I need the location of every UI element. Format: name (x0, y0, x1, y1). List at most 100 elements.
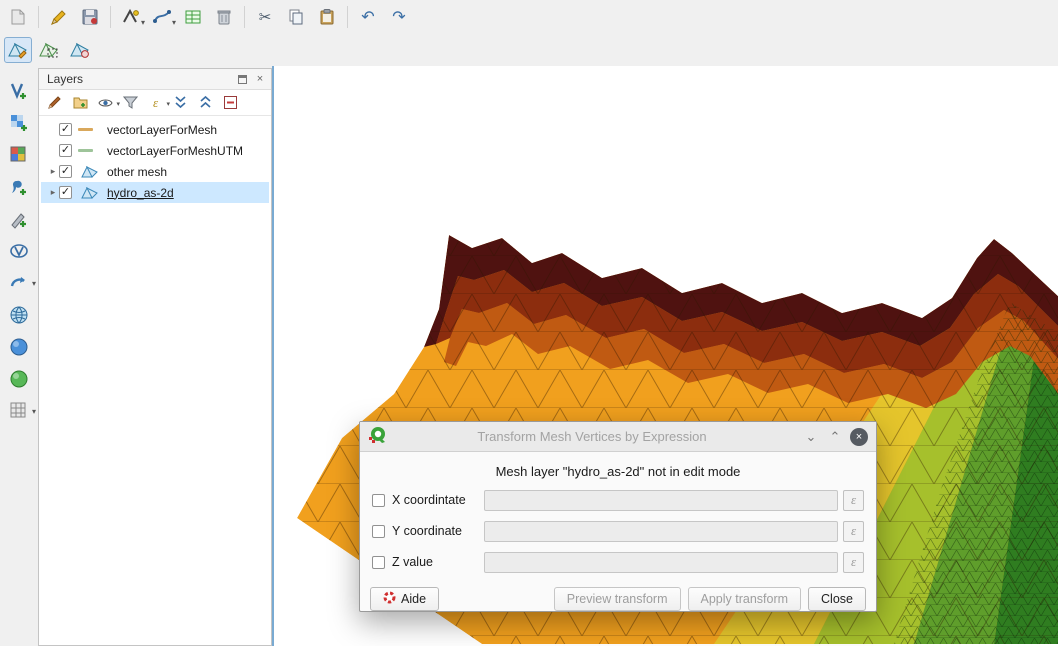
digitizing-toolbar: ▾ ▾ ✂ ↶ ↷ (0, 0, 1058, 34)
dialog-title: Transform Mesh Vertices by Expression (388, 429, 796, 444)
dropdown-arrow-icon: ▾ (172, 19, 176, 27)
expander-icon[interactable]: ▸ (47, 166, 59, 177)
undo-arrow-icon: ↶ (361, 7, 374, 27)
x-coordinate-checkbox[interactable] (372, 494, 385, 507)
mesh-digitizing-toolbar (0, 34, 1058, 66)
expander-icon[interactable]: ▸ (47, 187, 59, 198)
toggle-editing-icon[interactable] (45, 4, 73, 30)
layers-panel: Layers × ▾ ε ▾ (38, 68, 272, 646)
dialog-close-icon[interactable]: × (850, 428, 868, 446)
x-coordinate-row: X coordintate ε (372, 489, 864, 511)
layer-checkbox[interactable]: ✓ (59, 123, 72, 136)
add-feature-icon[interactable] (179, 4, 207, 30)
manage-layers-toolbar: ▾ ▾ (0, 66, 38, 646)
undock-panel-icon[interactable] (235, 72, 249, 86)
add-wms-layer-icon[interactable] (6, 302, 32, 327)
edit-mesh-icon[interactable] (4, 37, 32, 63)
dropdown-arrow-icon: ▾ (32, 279, 36, 288)
undo-icon[interactable]: ↶ (354, 4, 382, 30)
y-coordinate-checkbox[interactable] (372, 525, 385, 538)
add-virtual-layer-icon[interactable]: ▾ (6, 270, 32, 295)
z-value-row: Z value ε (372, 551, 864, 573)
remove-layer-icon[interactable] (222, 94, 239, 111)
toolbar-separator (110, 6, 111, 28)
dock-widget-chevron-down-icon[interactable]: ⌄ (802, 428, 820, 446)
current-edits-icon[interactable] (4, 4, 32, 30)
redo-arrow-icon: ↷ (392, 7, 405, 27)
x-expression-input[interactable] (484, 490, 838, 511)
help-button[interactable]: Aide (370, 587, 439, 611)
cut-features-icon[interactable]: ✂ (251, 4, 279, 30)
layer-checkbox[interactable]: ✓ (59, 165, 72, 178)
close-button[interactable]: Close (808, 587, 866, 611)
save-layer-edits-icon[interactable] (76, 4, 104, 30)
layer-tree: ✓ vectorLayerForMesh ✓ vectorLayerForMes… (39, 116, 271, 203)
qgis-window: ▾ ▾ ✂ ↶ ↷ (0, 0, 1058, 646)
dropdown-arrow-icon: ▾ (32, 407, 36, 416)
layer-row-hydro-as-2d[interactable]: ▸ ✓ hydro_as-2d (41, 182, 269, 203)
transform-mesh-vertices-icon[interactable] (66, 37, 94, 63)
qgis-logo-icon (368, 425, 388, 448)
mesh-layer-icon (78, 186, 100, 199)
add-gps-layer-icon[interactable] (6, 206, 32, 231)
add-group-icon[interactable] (72, 94, 89, 111)
add-spatialite-layer-icon[interactable] (6, 238, 32, 263)
redo-icon[interactable]: ↷ (385, 4, 413, 30)
add-vector-layer-icon[interactable] (6, 78, 32, 103)
expand-all-icon[interactable] (172, 94, 189, 111)
collapse-all-icon[interactable] (197, 94, 214, 111)
paste-features-icon[interactable] (313, 4, 341, 30)
layers-panel-title: Layers (47, 72, 231, 86)
apply-transform-button[interactable]: Apply transform (688, 587, 802, 611)
open-layer-styling-icon[interactable] (47, 94, 64, 111)
y-coordinate-row: Y coordinate ε (372, 520, 864, 542)
delete-selected-icon[interactable] (210, 4, 238, 30)
edit-mode-message: Mesh layer "hydro_as-2d" not in edit mod… (360, 464, 876, 479)
line-symbol (78, 149, 100, 152)
mesh-layer-icon (78, 165, 100, 178)
y-coordinate-label: Y coordinate (392, 524, 484, 538)
z-expression-input[interactable] (484, 552, 838, 573)
layers-panel-toolbar: ▾ ε ▾ (39, 90, 271, 116)
toolbar-separator (347, 6, 348, 28)
filter-legend-icon[interactable] (122, 94, 139, 111)
toolbar-separator (38, 6, 39, 28)
dropdown-arrow-icon: ▾ (166, 100, 170, 108)
scissors-icon: ✂ (259, 8, 272, 26)
z-value-checkbox[interactable] (372, 556, 385, 569)
z-value-label: Z value (392, 555, 484, 569)
copy-features-icon[interactable] (282, 4, 310, 30)
epsilon-icon: ε (153, 95, 158, 111)
line-symbol (78, 128, 100, 131)
add-wcs-layer-icon[interactable] (6, 334, 32, 359)
y-expression-builder-button[interactable]: ε (843, 521, 864, 542)
add-raster-layer-icon[interactable] (6, 110, 32, 135)
layers-panel-header[interactable]: Layers × (39, 69, 271, 90)
layer-checkbox[interactable]: ✓ (59, 144, 72, 157)
close-panel-icon[interactable]: × (253, 72, 267, 86)
x-coordinate-label: X coordintate (392, 493, 484, 507)
layer-row-other-mesh[interactable]: ▸ ✓ other mesh (41, 161, 269, 182)
layer-checkbox[interactable]: ✓ (59, 186, 72, 199)
y-expression-input[interactable] (484, 521, 838, 542)
transform-mesh-vertices-dialog: Transform Mesh Vertices by Expression ⌄ … (359, 421, 877, 612)
dialog-title-bar[interactable]: Transform Mesh Vertices by Expression ⌄ … (360, 422, 876, 452)
z-expression-builder-button[interactable]: ε (843, 552, 864, 573)
dropdown-arrow-icon: ▾ (141, 19, 145, 27)
map-canvas[interactable]: Transform Mesh Vertices by Expression ⌄ … (272, 66, 1058, 646)
dialog-button-row: Aide Preview transform Apply transform C… (370, 587, 866, 611)
layer-row-vectorlayerformeshutm[interactable]: ✓ vectorLayerForMeshUTM (41, 140, 269, 161)
digitize-with-curve-icon[interactable]: ▾ (117, 4, 145, 30)
x-expression-builder-button[interactable]: ε (843, 490, 864, 511)
stream-digitizing-icon[interactable]: ▾ (148, 4, 176, 30)
select-mesh-elements-icon[interactable] (35, 37, 63, 63)
add-tile-layer-icon[interactable]: ▾ (6, 398, 32, 423)
add-wfs-layer-icon[interactable] (6, 366, 32, 391)
layer-row-vectorlayerformesh[interactable]: ✓ vectorLayerForMesh (41, 119, 269, 140)
preview-transform-button[interactable]: Preview transform (554, 587, 681, 611)
add-mesh-layer-icon[interactable] (6, 142, 32, 167)
dock-widget-chevron-up-icon[interactable]: ⌃ (826, 428, 844, 446)
add-delimited-text-layer-icon[interactable] (6, 174, 32, 199)
expression-filter-icon[interactable]: ε ▾ (147, 94, 164, 111)
manage-map-themes-icon[interactable]: ▾ (97, 94, 114, 111)
